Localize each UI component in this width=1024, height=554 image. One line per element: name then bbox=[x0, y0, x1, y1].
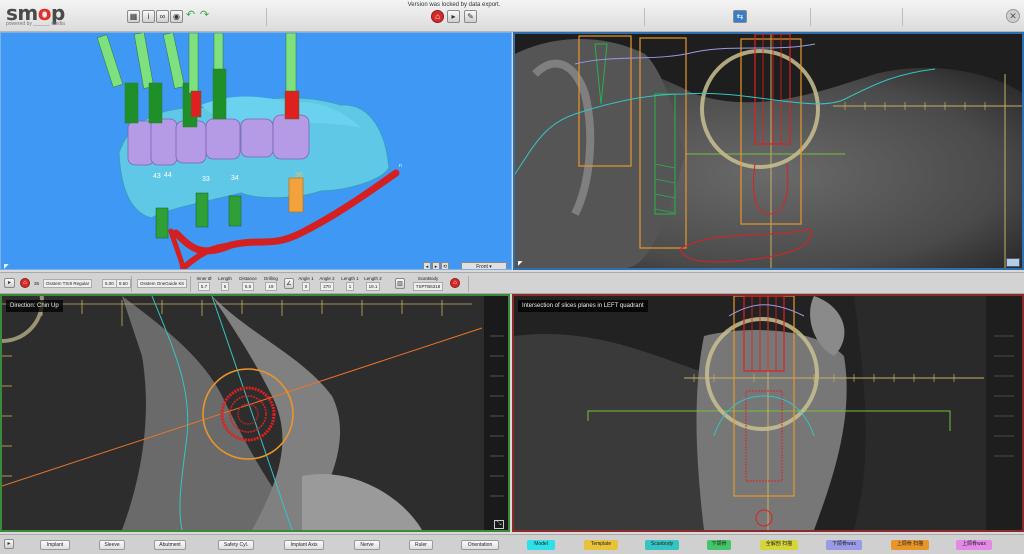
diameter-field[interactable]: 5.00 bbox=[102, 279, 117, 288]
inner-diameter-field[interactable]: Inner Ø 5.7 bbox=[195, 275, 213, 291]
lock-icon[interactable]: ⌂ bbox=[450, 278, 460, 288]
grid-icon[interactable]: ▦ bbox=[127, 10, 140, 23]
toggle-nerve-button[interactable]: Nerve bbox=[354, 540, 380, 550]
visibility-toolbar: ▸ Implant Sleeve Abutment Safety Cyl. Im… bbox=[0, 534, 1024, 554]
kit-field[interactable]: Osstem OneGuide Kit bbox=[137, 279, 187, 288]
length1-field[interactable]: Length 11 bbox=[340, 275, 360, 291]
3d-viewport[interactable]: n 43 44 33 34 36 ◂ ▸ ⟲ Front ▾ ◤ bbox=[0, 32, 512, 270]
smop-app: smop powered by ______ media ▦ i ∞ ◉ ↶ ↷… bbox=[0, 0, 1024, 554]
view-select-dropdown[interactable]: Front ▾ bbox=[461, 262, 507, 269]
fullscreen-icon[interactable] bbox=[1006, 258, 1020, 267]
top-toolbar: smop powered by ______ media ▦ i ∞ ◉ ↶ ↷… bbox=[0, 0, 1024, 32]
lock-message: Version was locked by data export. bbox=[407, 2, 501, 8]
settings-icon[interactable]: ✎ bbox=[464, 10, 477, 23]
toggle-full-scan-button[interactable]: 全解剖 扫描 bbox=[760, 540, 798, 550]
toggle-implant-button[interactable]: Implant bbox=[40, 540, 70, 550]
length-field[interactable]: 8.50 bbox=[116, 279, 131, 288]
minimize-icon[interactable]: ▸ bbox=[4, 278, 15, 288]
tooth-number: 36 bbox=[34, 281, 40, 286]
axial-ct-viewport[interactable]: ◤ bbox=[513, 32, 1024, 270]
sagittal-ct-viewport[interactable]: Direction: Chin Up ⤡ bbox=[0, 294, 510, 532]
corner-icon: ◤ bbox=[518, 261, 523, 267]
lock-icon[interactable]: ⌂ bbox=[431, 10, 444, 23]
coronal-view-title: Intersection of slices planes in LEFT qu… bbox=[518, 300, 648, 312]
scanbody-field[interactable]: ScanBody TSPTB6318 bbox=[412, 275, 444, 291]
info-icon[interactable]: i bbox=[142, 10, 155, 23]
implant-name-field[interactable]: Osstem TSIII Regular bbox=[43, 279, 93, 288]
sagittal-ct-render bbox=[2, 296, 508, 530]
drilling-field[interactable]: Drilling 19 bbox=[261, 275, 281, 291]
tooth-label: 43 bbox=[153, 173, 161, 180]
toggle-abutment-button[interactable]: Abutment bbox=[154, 540, 186, 550]
rotate-right-button[interactable]: ▸ bbox=[432, 262, 440, 269]
coronal-ct-render bbox=[514, 296, 1022, 530]
undo-icon[interactable]: ↶ bbox=[184, 10, 197, 23]
lock-icon[interactable]: ⌂ bbox=[20, 278, 30, 288]
close-icon[interactable]: ✕ bbox=[1006, 9, 1020, 23]
layout-icon[interactable]: ⇆ bbox=[733, 10, 747, 23]
toggle-mandible-button[interactable]: 下颌骨 bbox=[707, 540, 731, 550]
rotate-left-button[interactable]: ◂ bbox=[423, 262, 431, 269]
3d-model-render: n bbox=[96, 33, 402, 269]
tooth-label: 44 bbox=[164, 172, 172, 179]
camera-icon[interactable]: ◉ bbox=[170, 10, 183, 23]
toggle-ruler-button[interactable]: Ruler bbox=[409, 540, 433, 550]
angle2-field[interactable]: Angle 2 270 bbox=[317, 275, 337, 291]
fullscreen-icon[interactable]: ⤡ bbox=[494, 520, 504, 529]
toggle-implant-axis-button[interactable]: Implant Axis bbox=[284, 540, 324, 550]
distance-field[interactable]: Distance 5.5 bbox=[237, 275, 259, 291]
toggle-template-button[interactable]: Template bbox=[584, 540, 618, 550]
coronal-ct-viewport[interactable]: Intersection of slices planes in LEFT qu… bbox=[512, 294, 1024, 532]
toggle-sleeve-button[interactable]: Sleeve bbox=[99, 540, 125, 550]
sagittal-view-title: Direction: Chin Up bbox=[6, 300, 63, 312]
toggle-safety-cylinder-button[interactable]: Safety Cyl. bbox=[218, 540, 254, 550]
redo-icon[interactable]: ↷ bbox=[198, 10, 211, 23]
tooth-label: 36 bbox=[295, 172, 303, 179]
length-field[interactable]: Length 5 bbox=[216, 275, 234, 291]
export-icon[interactable]: ▸ bbox=[447, 10, 460, 23]
toggle-mandible-wax-button[interactable]: 下颌骨wax bbox=[826, 540, 862, 550]
axial-ct-render bbox=[515, 34, 1022, 268]
svg-text:n: n bbox=[399, 163, 402, 169]
tooth-label: 33 bbox=[202, 176, 210, 183]
toggle-scanbody-button[interactable]: Scanbody bbox=[645, 540, 679, 550]
toggle-maxilla-scan-button[interactable]: 上颌骨 扫描 bbox=[891, 540, 929, 550]
toggle-orientation-button[interactable]: Orientation bbox=[461, 540, 499, 550]
expand-icon[interactable]: ▸ bbox=[4, 539, 14, 549]
angle-icon[interactable]: ∠ bbox=[284, 278, 294, 289]
angle1-field[interactable]: Angle 10 bbox=[297, 275, 315, 291]
toggle-maxilla-wax-button[interactable]: 上颌骨wax bbox=[956, 540, 992, 550]
implant-parameter-bar: ▸ ⌂ 36 Osstem TSIII Regular 5.00 8.50 Os… bbox=[0, 272, 1024, 294]
logo-subtitle: powered by ______ media bbox=[6, 21, 65, 27]
reset-view-button[interactable]: ⟲ bbox=[441, 262, 449, 269]
length2-field[interactable]: Length 2 19.1 bbox=[363, 275, 383, 291]
corner-icon: ◤ bbox=[4, 264, 9, 270]
tooth-label: 34 bbox=[231, 175, 239, 182]
scanbody-icon[interactable]: ▥ bbox=[395, 278, 405, 289]
toggle-model-button[interactable]: Model bbox=[527, 540, 555, 550]
binoculars-icon[interactable]: ∞ bbox=[156, 10, 169, 23]
